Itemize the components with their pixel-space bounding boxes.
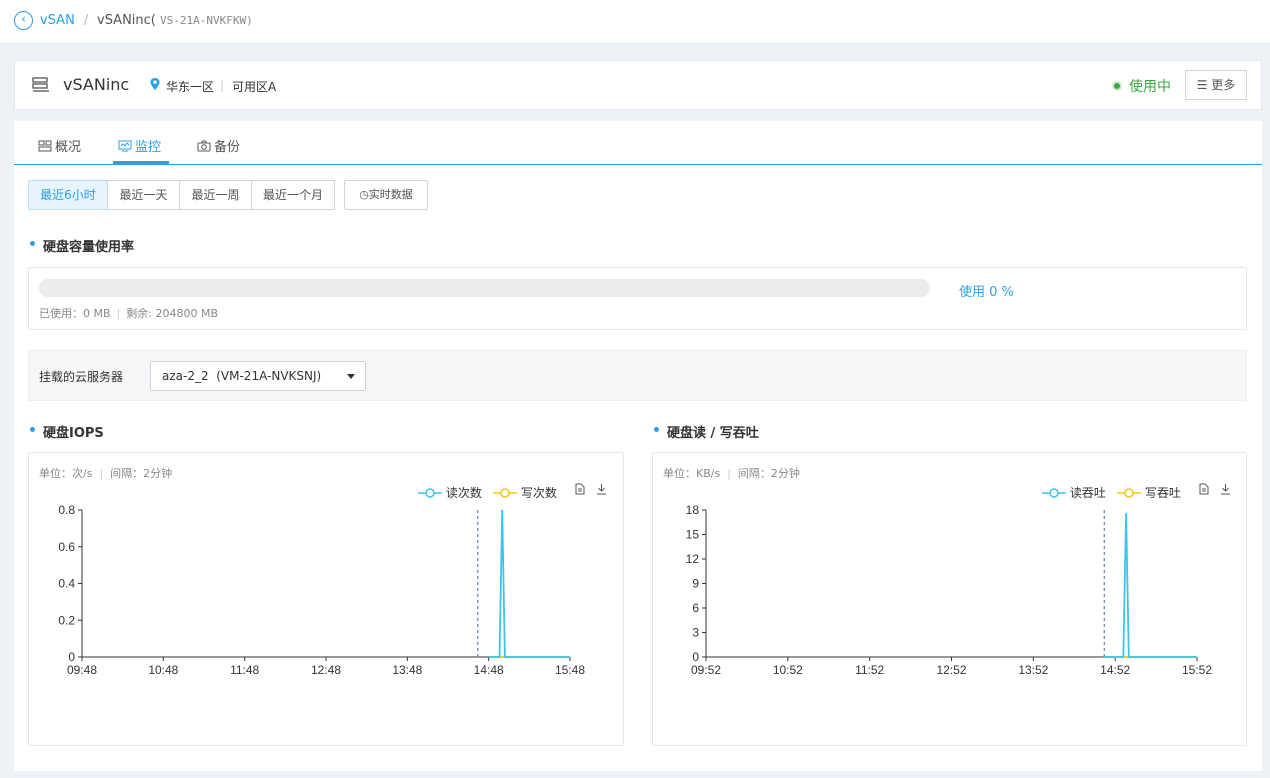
- x-tick-label: 10:52: [773, 663, 803, 677]
- y-tick-label: 0.6: [58, 540, 75, 554]
- x-tick-label: 14:52: [1100, 663, 1130, 677]
- storage-icon: [32, 77, 49, 92]
- breadcrumb: ‹ vSAN / vSANinc( VS-21A-NVKFKW): [0, 0, 1270, 44]
- capacity-used: 已使用：0 MB: [39, 307, 111, 320]
- zone-label: 可用区A: [232, 80, 277, 94]
- section-bullet-icon: [30, 241, 35, 246]
- section-bullet-icon: [30, 427, 35, 432]
- series-line: [1104, 513, 1197, 658]
- x-tick-label: 13:52: [1018, 663, 1048, 677]
- server-select-value: aza-2_2 (VM-21A-NVKSNJ): [162, 369, 322, 383]
- throughput-chart-panel: 单位：KB/s | 间隔：2分钟 读吞吐 写吞吐 0 3 6 9 12 15 18 09:52 10…: [652, 452, 1247, 746]
- y-tick-label: 6: [692, 601, 699, 615]
- divider: |: [220, 78, 225, 92]
- iops-section-title: 硬盘IOPS: [43, 426, 104, 441]
- resource-header: vSANinc 华东一区 | 可用区A 使用中 ☰ 更多: [14, 60, 1262, 110]
- y-tick-label: 0.4: [58, 577, 75, 591]
- x-tick-label: 14:48: [474, 663, 504, 677]
- tab-backup[interactable]: 备份: [197, 136, 240, 155]
- breadcrumb-separator: /: [84, 13, 89, 28]
- page-title: vSANinc: [63, 75, 130, 94]
- server-selector-row: 挂载的云服务器 aza-2_2 (VM-21A-NVKSNJ): [28, 350, 1247, 401]
- y-tick-label: 15: [686, 528, 700, 542]
- x-tick-label: 09:48: [67, 663, 97, 677]
- server-select[interactable]: aza-2_2 (VM-21A-NVKSNJ): [150, 361, 366, 391]
- y-tick-label: 0.2: [58, 613, 75, 627]
- capacity-remaining: 剩余: 204800 MB: [126, 307, 218, 320]
- x-tick-label: 11:52: [855, 663, 884, 677]
- x-tick-label: 13:48: [392, 663, 422, 677]
- tab-overview[interactable]: 概况: [38, 136, 81, 155]
- x-tick-label: 15:52: [1182, 663, 1212, 677]
- region-label: 华东一区: [166, 80, 215, 94]
- status-dot-icon: [1112, 81, 1122, 91]
- server-label: 挂载的云服务器: [39, 370, 124, 384]
- location-pin-icon: [150, 78, 160, 90]
- iops-chart-panel: 单位：次/s | 间隔：2分钟 读次数 写次数 0 0.2 0.4 0.6 0.8 09:48…: [28, 452, 624, 746]
- more-button[interactable]: ☰ 更多: [1185, 70, 1247, 100]
- x-tick-label: 10:48: [148, 663, 178, 677]
- overview-icon: [38, 140, 52, 152]
- x-tick-label: 12:52: [936, 663, 966, 677]
- realtime-data-button[interactable]: ◷实时数据: [344, 180, 428, 210]
- status-badge: 使用中: [1129, 79, 1171, 95]
- camera-icon: [197, 140, 211, 152]
- tab-backup-label: 备份: [214, 140, 241, 155]
- range-1m-button[interactable]: 最近一个月: [251, 180, 335, 210]
- y-tick-label: 9: [692, 577, 699, 591]
- x-tick-label: 09:52: [691, 663, 721, 677]
- tab-overview-label: 概况: [55, 140, 82, 155]
- y-tick-label: 0.8: [58, 503, 75, 517]
- tab-monitor-label: 监控: [135, 140, 162, 155]
- x-tick-label: 12:48: [311, 663, 341, 677]
- capacity-percent: 使用 0 %: [959, 285, 1014, 300]
- main-panel: 概况 监控 备份 最近6小时 最近一天 最近一周 最近一个月 ◷实时数据 硬盘容…: [14, 121, 1262, 771]
- y-tick-label: 0: [68, 650, 75, 664]
- range-6h-button[interactable]: 最近6小时: [28, 180, 108, 210]
- monitor-icon: [118, 140, 132, 152]
- divider: |: [116, 307, 121, 320]
- breadcrumb-current: vSANinc( VS-21A-NVKFKW): [97, 13, 253, 28]
- range-1d-button[interactable]: 最近一天: [107, 180, 180, 210]
- throughput-section-title: 硬盘读 / 写吞吐: [667, 426, 759, 441]
- y-tick-label: 0: [692, 650, 699, 664]
- capacity-progress-bar: [39, 279, 930, 297]
- series-line: [488, 509, 570, 658]
- capacity-detail: 已使用：0 MB | 剩余: 204800 MB: [39, 305, 218, 321]
- capacity-section-title: 硬盘容量使用率: [43, 240, 135, 255]
- back-arrow-icon[interactable]: ‹: [14, 11, 33, 30]
- y-tick-label: 3: [692, 626, 699, 640]
- capacity-panel: 使用 0 % 已使用：0 MB | 剩余: 204800 MB: [28, 267, 1247, 330]
- iops-line-chart: 0 0.2 0.4 0.6 0.8 09:48 10:48 11:48 12:48 13:48 14…: [58, 503, 585, 677]
- y-tick-label: 18: [686, 503, 700, 517]
- range-1w-button[interactable]: 最近一周: [179, 180, 252, 210]
- breadcrumb-current-id: VS-21A-NVKFKW): [160, 14, 253, 27]
- x-tick-label: 15:48: [555, 663, 585, 677]
- tab-monitor[interactable]: 监控: [118, 136, 161, 155]
- breadcrumb-current-name: vSANinc(: [97, 13, 156, 28]
- tabs-divider: [14, 164, 1262, 165]
- caret-down-icon: [347, 374, 355, 379]
- section-bullet-icon: [654, 427, 659, 432]
- realtime-data-label: 实时数据: [368, 188, 413, 201]
- y-tick-label: 12: [686, 552, 700, 566]
- clock-icon: ◷: [359, 188, 369, 201]
- x-tick-label: 11:48: [230, 663, 259, 677]
- throughput-line-chart: 0 3 6 9 12 15 18 09:52 10:52 11:52 12:52 13:52 14:52…: [686, 503, 1213, 677]
- breadcrumb-vsan-link[interactable]: vSAN: [40, 13, 75, 28]
